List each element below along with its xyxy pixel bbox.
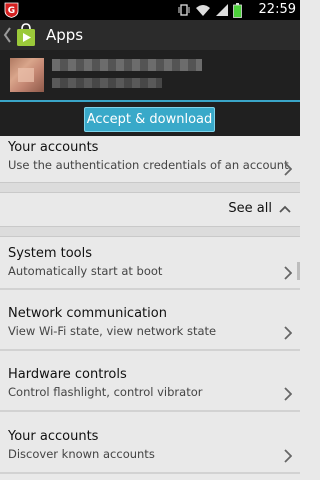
app-header — [0, 50, 300, 100]
scrollbar[interactable] — [297, 262, 300, 280]
permission-row[interactable]: Hardware controls Control flashlight, co… — [0, 358, 300, 408]
svg-text:G: G — [8, 6, 15, 16]
app-icon — [10, 58, 44, 92]
action-bar: Apps — [0, 20, 300, 50]
see-all-link[interactable]: See all — [228, 201, 272, 216]
permission-subtitle: Automatically start at boot — [8, 264, 163, 278]
action-bar-title: Apps — [46, 26, 84, 44]
section-gap — [0, 227, 300, 236]
chevron-right-icon — [284, 326, 292, 340]
permission-row[interactable]: Your accounts Use the authentication cre… — [0, 136, 300, 182]
permission-subtitle: Use the authentication credentials of an… — [8, 158, 289, 172]
app-name-redacted — [52, 59, 202, 71]
chevron-right-icon — [284, 387, 292, 401]
back-chevron-icon[interactable] — [2, 24, 12, 46]
wifi-icon — [196, 5, 210, 16]
play-store-icon[interactable] — [14, 23, 38, 47]
divider — [0, 288, 300, 290]
divider — [0, 192, 300, 193]
status-icons — [177, 2, 242, 18]
signal-icon — [216, 4, 228, 16]
permission-title: System tools — [8, 246, 92, 261]
divider — [0, 349, 300, 351]
g-data-shield-icon: G — [4, 2, 19, 18]
app-developer-redacted — [52, 78, 162, 88]
permission-title: Your accounts — [8, 140, 99, 155]
divider — [0, 410, 300, 412]
permission-subtitle: View Wi-Fi state, view network state — [8, 324, 217, 338]
divider — [0, 472, 300, 474]
status-bar: G 22:59 — [0, 0, 300, 20]
permission-title: Your accounts — [8, 429, 99, 444]
screen: G 22:59 Apps Accept & download Your acco… — [0, 0, 300, 480]
section-gap — [0, 183, 300, 192]
chevron-right-icon — [284, 162, 292, 176]
accept-download-button[interactable]: Accept & download — [84, 107, 215, 132]
chevron-right-icon — [284, 449, 292, 463]
permission-subtitle: Control flashlight, control vibrator — [8, 385, 203, 399]
permission-row[interactable]: System tools Automatically start at boot — [0, 237, 300, 287]
status-time: 22:59 — [258, 2, 296, 17]
permission-row[interactable]: Network communication View Wi-Fi state, … — [0, 297, 300, 347]
permission-title: Hardware controls — [8, 367, 127, 382]
battery-icon — [233, 2, 242, 18]
permission-title: Network communication — [8, 306, 167, 321]
chevron-right-icon — [284, 266, 292, 280]
chevron-up-icon[interactable] — [279, 205, 291, 213]
vibrate-icon — [178, 4, 190, 16]
permission-row[interactable]: Your accounts Discover known accounts — [0, 420, 300, 470]
accept-bar: Accept & download — [0, 100, 300, 136]
permission-subtitle: Discover known accounts — [8, 447, 155, 461]
